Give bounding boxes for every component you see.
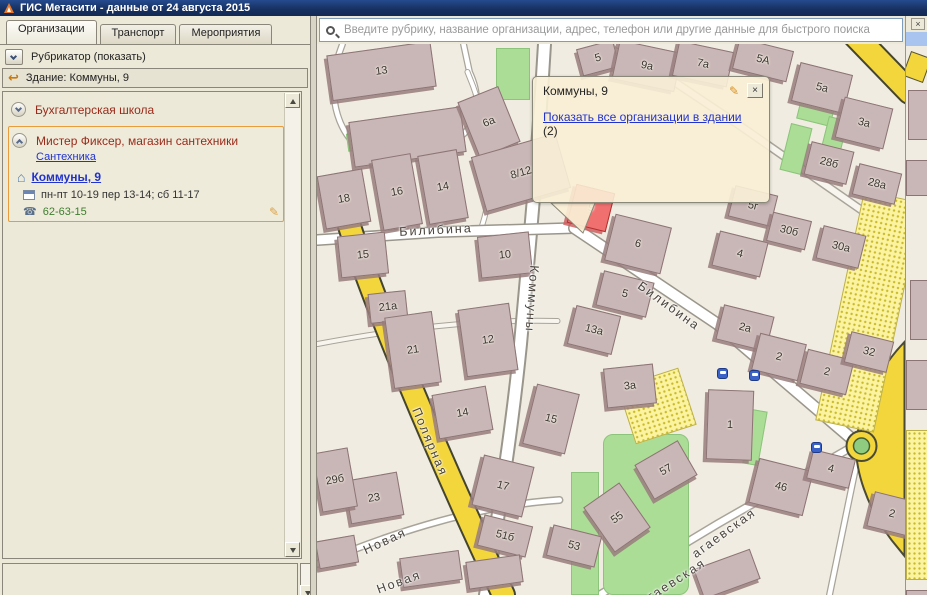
popup-show-orgs-link[interactable]: Показать все организации в здании xyxy=(543,110,742,124)
tab-transport[interactable]: Транспорт xyxy=(100,24,177,44)
app-window: ГИС Метасити - данные от 24 августа 2015… xyxy=(0,0,927,595)
organization-list: Бухгалтерская школа Мистер Фиксер, магаз… xyxy=(2,91,302,559)
map-building-15[interactable]: 15 xyxy=(337,232,389,279)
phone-icon: ☎ xyxy=(23,207,37,217)
search-bar xyxy=(317,16,905,44)
map-building-14[interactable]: 14 xyxy=(432,386,494,440)
edit-pencil-icon[interactable]: ✎ xyxy=(269,205,279,219)
list-scrollbar[interactable] xyxy=(284,93,300,557)
org-phone: 62-63-15 xyxy=(43,206,87,218)
rubricator-label: Рубрикатор (показать) xyxy=(31,51,146,63)
park-area xyxy=(496,48,530,100)
popup-edit-pencil-icon[interactable]: ✎ xyxy=(729,84,739,98)
org-card-expanded: Мистер Фиксер, магазин сантехники Сантех… xyxy=(8,126,284,222)
popup-org-count: (2) xyxy=(543,124,558,138)
map-building-10[interactable]: 10 xyxy=(477,231,533,278)
schedule-icon xyxy=(23,190,35,200)
sidebar: Организации Транспорт Мероприятия Рубрик… xyxy=(0,16,310,595)
map-building-21[interactable]: 21 xyxy=(384,311,442,389)
scroll-up-button[interactable] xyxy=(285,93,300,108)
scroll-down-button[interactable] xyxy=(285,542,300,557)
right-strip-panel: × xyxy=(905,16,927,595)
rubricator-row[interactable]: Рубрикатор (показать) xyxy=(2,47,308,67)
building-filter-row[interactable]: ↩ Здание: Коммуны, 9 xyxy=(2,68,308,88)
map-building-12[interactable]: 12 xyxy=(458,303,519,378)
strip-highlight-row[interactable] xyxy=(906,32,927,46)
tab-bar: Организации Транспорт Мероприятия xyxy=(6,20,275,44)
app-logo-icon xyxy=(4,3,15,13)
map-building-18[interactable]: 18 xyxy=(317,168,371,229)
org-hours: пн-пт 10-19 пер 13-14; сб 11-17 xyxy=(41,189,200,201)
org-title: Мистер Фиксер, магазин сантехники xyxy=(36,134,238,148)
building-filter-label: Здание: Коммуны, 9 xyxy=(26,72,129,84)
tab-organizations[interactable]: Организации xyxy=(6,20,97,44)
category-link[interactable]: Сантехника xyxy=(36,151,96,163)
org-group-collapsed[interactable]: Бухгалтерская школа xyxy=(11,102,154,117)
panel-splitter[interactable] xyxy=(310,16,317,595)
address-link[interactable]: Коммуны, 9 xyxy=(31,170,101,184)
search-icon xyxy=(326,26,335,35)
window-title: ГИС Метасити - данные от 24 августа 2015 xyxy=(20,2,250,14)
home-icon: ⌂ xyxy=(17,172,25,182)
tab-events[interactable]: Мероприятия xyxy=(179,24,272,44)
popup-title: Коммуны, 9 xyxy=(543,84,729,98)
map-popup: Коммуны, 9 ✎ × Показать все организации … xyxy=(532,76,770,203)
popup-close-button[interactable]: × xyxy=(747,83,763,98)
popup-pointer xyxy=(537,201,617,241)
roundabout-island xyxy=(854,438,870,454)
search-input[interactable] xyxy=(342,23,896,37)
map-canvas[interactable]: 131816146а8/1259а7а5А5а3а5г30б28б28а30а9… xyxy=(317,44,905,595)
org-group-title: Бухгалтерская школа xyxy=(35,103,154,117)
chevron-down-icon[interactable] xyxy=(5,49,23,65)
strip-close-button[interactable]: × xyxy=(911,18,925,30)
title-bar: ГИС Метасити - данные от 24 августа 2015 xyxy=(0,0,927,16)
undo-icon[interactable]: ↩ xyxy=(8,73,19,83)
map-building-1[interactable]: 1 xyxy=(706,389,754,461)
bus-stop-icon[interactable] xyxy=(749,370,760,381)
map-building-3а[interactable]: 3а xyxy=(603,363,657,408)
bus-stop-icon[interactable] xyxy=(717,368,728,379)
bus-stop-icon[interactable] xyxy=(811,442,822,453)
secondary-panel xyxy=(2,563,298,595)
expand-icon[interactable] xyxy=(11,102,26,117)
collapse-icon[interactable] xyxy=(12,133,27,148)
tab-divider xyxy=(0,44,310,45)
